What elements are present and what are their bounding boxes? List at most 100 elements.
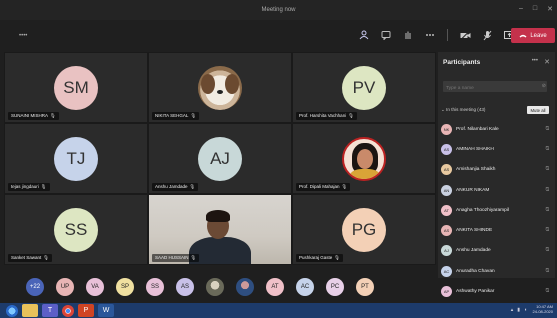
clock[interactable]: 10:47 AM 24-08-2020 [533,304,553,314]
name-tag: Pushkaraj Gaste 🎙 [296,254,343,262]
mic-off-icon[interactable]: ⍉ [546,187,549,194]
participant-name: SAAD HUSSAIN [155,255,189,260]
participant-video[interactable]: SAAD HUSSAIN 🎙 [148,194,292,265]
participant-item[interactable]: AN ANKUR NIKAM ⍉ [441,180,553,200]
volume-icon[interactable]: ◖ [524,307,527,313]
chevron-up-icon[interactable]: ▴ [511,307,514,313]
participant-tile[interactable]: PV Prof. Harshita Vachhani 🎙 [292,52,436,123]
participant-tile[interactable]: PG Pushkaraj Gaste 🎙 [292,194,436,265]
explorer-icon[interactable] [22,304,38,317]
maximize-icon[interactable]: □ [533,5,537,13]
avatar: AS [441,143,452,155]
avatar-initials: AT [444,207,449,213]
participant-name: tejas jingdauri [11,184,39,189]
network-icon[interactable]: ▮ [517,307,520,313]
mic-icon: 🎙 [50,113,56,118]
more-icon[interactable]: ••• [532,58,538,64]
avatar[interactable]: AT [266,278,284,296]
avatar-initials: AS [180,284,189,290]
avatar[interactable]: SS [146,278,164,296]
participant-item[interactable]: AS Amishanjia Shaikh ⍉ [441,160,553,180]
photo-avatar[interactable] [236,278,254,296]
avatar[interactable]: VA [86,278,104,296]
participant-tile[interactable]: NIKITA SEHGAL 🎙 [148,52,292,123]
participant-tile[interactable]: AJ Anshu Jamdade 🎙 [148,123,292,194]
name-tag: tejas jingdauri 🎙 [8,183,50,191]
avatar[interactable]: SP [116,278,134,296]
clock-date: 24-08-2020 [532,309,553,314]
raise-hand-icon[interactable] [401,28,415,42]
mic-off-icon[interactable]: ⍉ [546,166,549,173]
participant-name: ANKUR NIKAM [456,187,490,193]
participant-list: NK Prof. Nilambari Kale ⍉ AS AMINAH SHAIKH ⍉… [441,119,553,302]
name-tag: Prof. Harshita Vachhani 🎙 [296,112,357,120]
participant-name: Prof. Nilambari Kale [456,126,499,132]
chat-icon[interactable] [379,28,393,42]
avatar: AS [441,225,452,237]
participant-item[interactable]: AC Anuradha Chavan ⍉ [441,261,553,281]
avatar[interactable]: AS [176,278,194,296]
powerpoint-icon[interactable]: P [78,304,94,317]
share-link-icon[interactable]: ⊘ [542,83,546,89]
word-icon[interactable]: W [98,304,114,317]
teams-icon[interactable]: T [42,304,58,317]
close-icon[interactable]: ✕ [544,58,550,66]
photo-avatar[interactable] [206,278,224,296]
avatar: AJ [441,245,452,257]
avatar-initials: UP [60,284,70,290]
participant-item[interactable]: AS ANKITA SHINDE ⍉ [441,220,553,240]
participant-item[interactable]: NK Prof. Nilambari Kale ⍉ [441,119,553,139]
mic-off-icon[interactable]: ⍉ [546,288,549,295]
participant-name: Sanket Sawant [11,255,42,260]
avatar-initials: AC [300,284,310,290]
camera-icon[interactable] [458,28,472,42]
avatar: NK [441,123,452,135]
participant-name: Anagha Thoozhiyarampil [456,207,509,213]
people-icon[interactable] [357,28,371,42]
avatar-initials: TJ [66,148,86,168]
start-icon[interactable] [6,304,18,317]
mic-icon: 🎙 [40,184,47,189]
participant-tile[interactable]: TJ tejas jingdauri 🎙 [4,123,148,194]
avatar-initials: AP [443,289,450,295]
leave-label: Leave [530,32,547,39]
mic-off-icon[interactable]: ⍉ [546,268,549,275]
avatar: SM [54,65,98,110]
avatar[interactable]: UP [56,278,74,296]
participant-tile[interactable]: Prof. Dipali Mahajan 🎙 [292,123,436,194]
search-input[interactable] [443,81,547,92]
avatar[interactable]: PT [356,278,374,296]
more-participants-avatar[interactable]: +22 [26,278,44,296]
mic-icon[interactable] [480,28,494,42]
profile-photo [342,136,386,181]
avatar[interactable]: AC [296,278,314,296]
in-meeting-header[interactable]: ⌄ In this meeting (43) [441,107,485,113]
minimize-icon[interactable]: – [519,5,523,13]
mic-off-icon[interactable]: ⍉ [546,146,549,153]
phone-icon [519,34,527,38]
participant-item[interactable]: AJ Anshu Jamdade ⍉ [441,241,553,261]
mute-all-button[interactable]: Mute all [527,106,549,114]
leave-button[interactable]: Leave [511,28,555,43]
participant-item[interactable]: AP Ashwathy Panikar ⍉ [441,281,553,301]
meeting-timer: •••• [19,33,28,39]
participant-item[interactable]: AS AMINAH SHAIKH ⍉ [441,139,553,159]
mic-off-icon[interactable]: ⍉ [546,227,549,234]
mic-icon: 🎙 [341,184,348,189]
avatar: AJ [198,136,242,181]
panel-title: Participants [443,59,481,66]
mic-off-icon[interactable]: ⍉ [546,207,549,214]
participant-tile[interactable]: SM SUNAINI MISHRA 🎙 [4,52,148,123]
mic-off-icon[interactable]: ⍉ [546,126,549,133]
mic-off-icon[interactable]: ⍉ [546,247,549,254]
participant-tile[interactable]: SS Sanket Sawant 🎙 [4,194,148,265]
avatar: AT [441,204,452,216]
participant-name: Anuradha Chavan [456,268,495,274]
close-icon[interactable]: ✕ [547,5,553,13]
more-icon[interactable] [423,28,437,42]
participant-item[interactable]: AT Anagha Thoozhiyarampil ⍉ [441,200,553,220]
avatar[interactable]: PC [326,278,344,296]
chrome-icon[interactable] [62,304,74,317]
dog-avatar [198,65,242,110]
avatar-initials: AJ [210,148,230,168]
